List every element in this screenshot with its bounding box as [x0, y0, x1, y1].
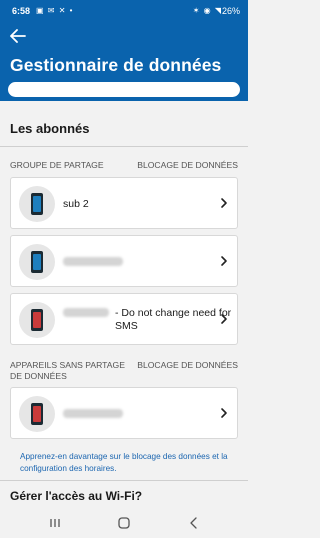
battery-level: 26%: [221, 6, 240, 16]
system-nav-bar: [0, 508, 248, 538]
redacted-phone-number: [63, 409, 123, 418]
phone-icon: [31, 193, 43, 215]
phone-icon: [31, 251, 43, 273]
connectivity-icons: ✶ ◉ ◥: [192, 6, 222, 15]
column-header-no-sharing: APPAREILS SANS PARTAGE DE DONNÉES: [10, 360, 125, 381]
back-arrow-icon[interactable]: [10, 29, 26, 43]
chevron-right-icon: [221, 198, 227, 208]
subscriber-card-sub2[interactable]: sub 2: [10, 177, 238, 229]
phone-icon: [31, 309, 43, 331]
chevron-right-icon: [221, 314, 227, 324]
wifi-access-title: Gérer l'accès au Wi-Fi?: [10, 489, 143, 503]
phone-icon: [31, 403, 43, 425]
subscriber-card-2[interactable]: [10, 235, 238, 287]
device-avatar: [19, 396, 55, 432]
column-header-data-block: BLOCAGE DE DONNÉES: [137, 360, 238, 370]
chevron-right-icon: [221, 408, 227, 418]
back-nav-icon[interactable]: [186, 516, 202, 530]
status-bar: 6:58 ▣ ✉ ✕ • ✶ ◉ ◥ 26%: [0, 0, 248, 22]
redacted-phone-number: [63, 257, 123, 266]
notification-icons: ▣ ✉ ✕ •: [36, 6, 74, 15]
home-icon[interactable]: [116, 516, 132, 530]
app-header: 6:58 ▣ ✉ ✕ • ✶ ◉ ◥ 26% Gestionnaire de d…: [0, 0, 248, 101]
section-divider: [0, 480, 248, 481]
recent-apps-icon[interactable]: [47, 516, 63, 530]
section-divider: [0, 146, 248, 147]
device-avatar: [19, 244, 55, 280]
subscriber-name: sub 2: [63, 198, 89, 210]
section-title-subscribers: Les abonnés: [10, 121, 90, 136]
device-avatar: [19, 186, 55, 222]
status-time: 6:58: [12, 6, 31, 16]
redacted-phone-number: [63, 308, 109, 317]
column-header-sharing-group: GROUPE DE PARTAGE: [10, 160, 104, 170]
column-header-data-block: BLOCAGE DE DONNÉES: [137, 160, 238, 170]
subscriber-card-3[interactable]: - Do not change need for SMS: [10, 293, 238, 345]
learn-more-link[interactable]: Apprenez-en davantage sur le blocage des…: [20, 451, 236, 474]
page-title: Gestionnaire de données: [10, 55, 222, 75]
chevron-right-icon: [221, 256, 227, 266]
search-bar[interactable]: [8, 82, 240, 97]
device-avatar: [19, 302, 55, 338]
device-card-no-sharing[interactable]: [10, 387, 238, 439]
subscriber-name: - Do not change need for SMS: [115, 307, 232, 332]
